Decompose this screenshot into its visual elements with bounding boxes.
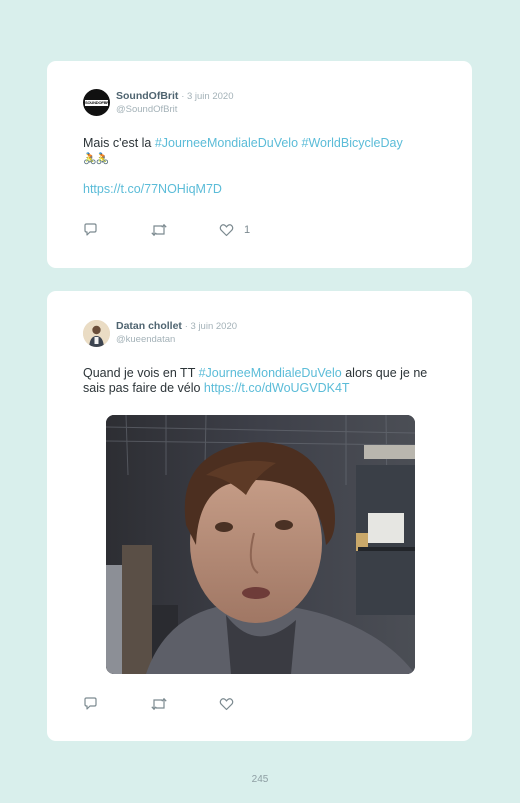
tweet-actions [83,696,283,712]
author-name[interactable]: SoundOfBrit [116,90,178,102]
tweet-header: Datan chollet · 3 juin 2020 @kueendatan [116,320,237,346]
like-count: 1 [244,224,251,236]
retweet-icon [151,697,167,711]
hashtag-link[interactable]: #JourneeMondialeDuVelo [199,366,342,380]
tweet-header: SoundOfBrit · 3 juin 2020 @SoundOfBrit [116,90,233,116]
reply-button[interactable] [83,222,98,238]
hashtag-link[interactable]: #JourneeMondialeDuVelo [155,136,298,150]
person-avatar-image [83,320,110,347]
author-handle[interactable]: @kueendatan [116,333,237,346]
page-number: 245 [251,774,269,785]
retweet-button[interactable] [150,222,168,238]
hashtag-link[interactable]: #WorldBicycleDay [302,136,403,150]
tweet-text-plain: Quand je vois en TT [83,366,199,380]
tweet-actions: 1 [83,222,283,238]
tweet-card: Datan chollet · 3 juin 2020 @kueendatan … [47,291,472,741]
like-button[interactable]: 1 [219,222,250,238]
retweet-button[interactable] [150,696,168,712]
tweet-date[interactable]: · 3 juin 2020 [185,321,237,332]
like-icon [219,224,234,237]
tweet-text: Quand je vois en TT #JourneeMondialeDuVe… [83,366,443,396]
author-handle[interactable]: @SoundOfBrit [116,103,233,116]
tweet-media-image[interactable] [106,415,415,674]
like-icon [219,698,234,711]
cyclist-emoji: 🚴🚴 [83,153,109,165]
man-reaction-photo [106,415,415,674]
tweet-url-link[interactable]: https://t.co/77NOHiqM7D [83,182,443,197]
reply-button[interactable] [83,696,98,712]
reply-icon [84,697,97,710]
retweet-icon [151,223,167,237]
tweet-text-plain: Mais c'est la [83,136,155,150]
like-button[interactable] [219,696,234,712]
avatar-logo-text: SOUNDOFBRIT [85,100,108,106]
avatar[interactable] [83,320,110,347]
author-name[interactable]: Datan chollet [116,320,182,332]
avatar[interactable]: SOUNDOFBRIT [83,89,110,116]
reply-icon [84,223,97,236]
tweet-url-link[interactable]: https://t.co/dWoUGVDK4T [204,381,350,395]
tweet-text: Mais c'est la #JourneeMondialeDuVelo #Wo… [83,136,443,197]
tweet-date[interactable]: · 3 juin 2020 [181,91,233,102]
tweet-card: SOUNDOFBRIT SoundOfBrit · 3 juin 2020 @S… [47,61,472,268]
